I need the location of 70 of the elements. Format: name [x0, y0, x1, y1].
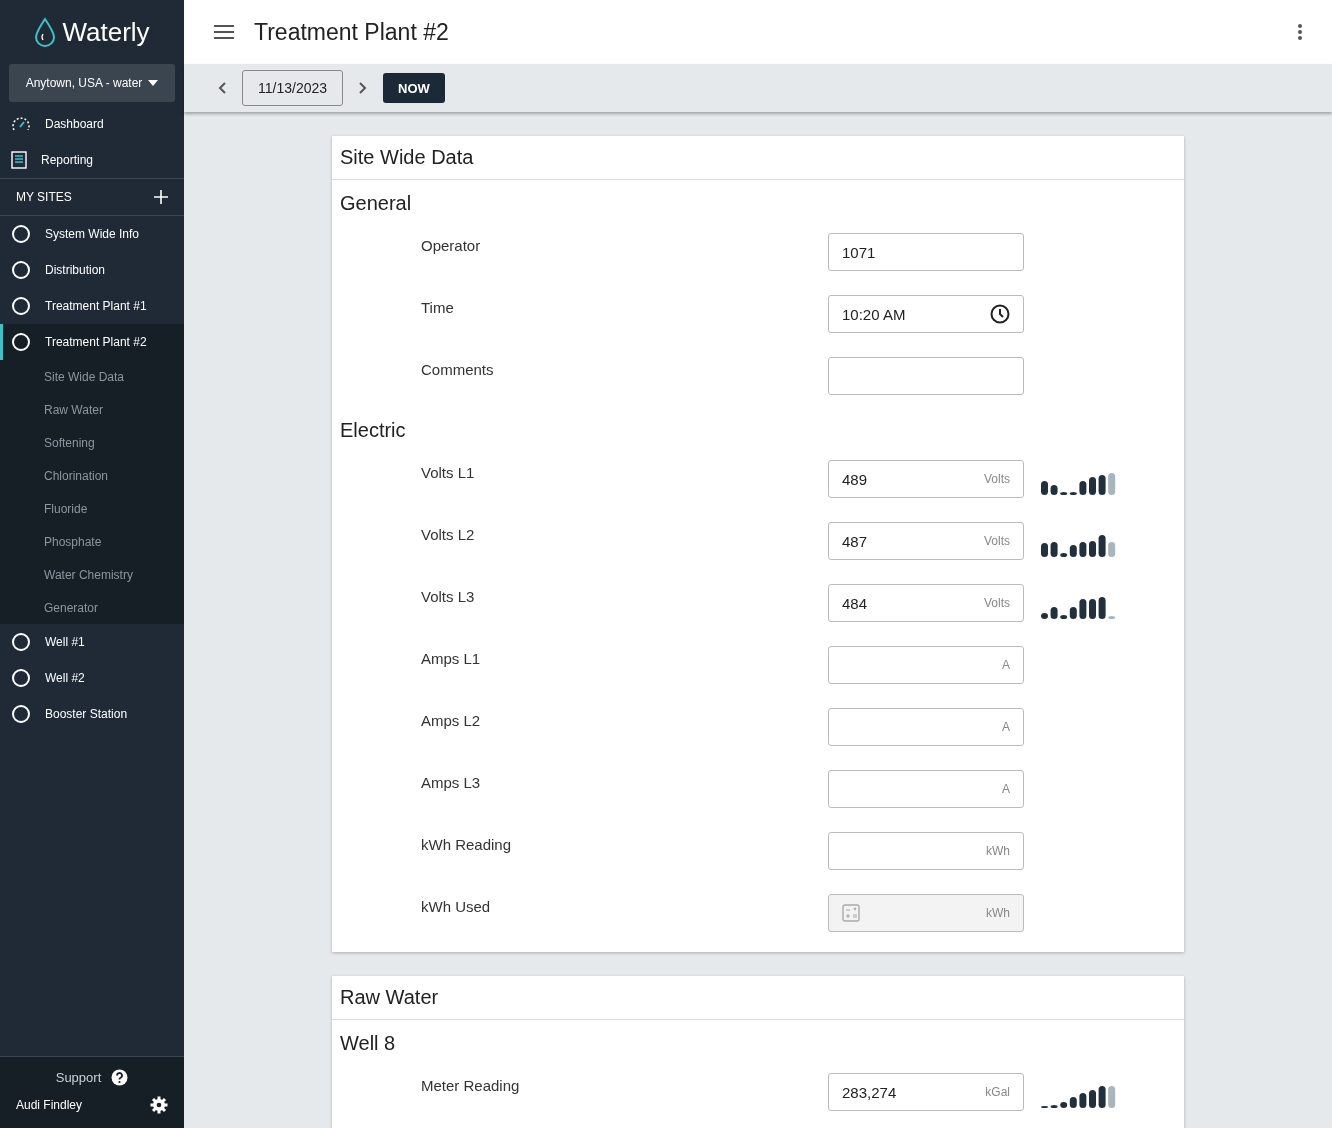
field-label: Amps L2 — [420, 711, 482, 729]
input-field[interactable]: 1071 — [828, 233, 1024, 271]
add-icon[interactable] — [154, 190, 168, 204]
support-link[interactable]: Support — [55, 1070, 102, 1085]
nav-item[interactable]: Reporting — [0, 142, 184, 178]
circle-icon — [11, 668, 31, 688]
input-field[interactable]: 484 Volts — [828, 584, 1024, 622]
site-item[interactable]: System Wide Info — [0, 216, 184, 252]
clock-icon[interactable] — [990, 304, 1010, 324]
field-label: Comments — [420, 360, 495, 378]
site-item[interactable]: Well #1 — [0, 624, 184, 660]
document-icon — [11, 151, 27, 169]
input-field[interactable]: kWh — [828, 832, 1024, 870]
field-label: kWh Used — [420, 897, 492, 915]
field-label: Amps L1 — [420, 649, 482, 667]
section-heading: MY SITES — [16, 190, 72, 204]
circle-icon — [11, 332, 31, 352]
location-dropdown[interactable]: Anytown, USA - water — [9, 64, 175, 102]
circle-icon — [11, 632, 31, 652]
brand-name: Waterly — [62, 16, 150, 48]
caret-icon — [148, 80, 159, 86]
subsite-item[interactable]: Phosphate — [0, 525, 184, 558]
field-label: Volts L1 — [420, 463, 476, 481]
site-item[interactable]: Treatment Plant #1 — [0, 288, 184, 324]
subsite-item[interactable]: Fluoride — [0, 492, 184, 525]
help-icon[interactable] — [111, 1069, 129, 1086]
section-title: Site Wide Data — [332, 136, 1184, 180]
nav-item[interactable]: Dashboard — [0, 106, 184, 142]
circle-icon — [11, 224, 31, 244]
field-label: Meter Reading — [420, 1076, 521, 1094]
field-label: kWh Reading — [420, 835, 513, 853]
calculator-icon — [842, 904, 860, 922]
date-field[interactable]: 11/13/2023 — [242, 70, 344, 106]
input-field[interactable]: 283,274 kGal — [828, 1073, 1024, 1111]
subsite-item[interactable]: Softening — [0, 426, 184, 459]
field-label: Time — [420, 298, 455, 316]
speedometer-icon — [11, 116, 31, 132]
group-title: Well 8 — [339, 1031, 397, 1056]
section-title: Raw Water — [332, 976, 1184, 1020]
input-field[interactable]: 489 Volts — [828, 460, 1024, 498]
site-item[interactable]: Booster Station — [0, 696, 184, 732]
circle-icon — [11, 296, 31, 316]
site-item[interactable]: Well #2 — [0, 660, 184, 696]
input-field[interactable]: A — [828, 708, 1024, 746]
subsite-item[interactable]: Water Chemistry — [0, 558, 184, 591]
user-name: Audi Findley — [16, 1098, 83, 1112]
input-field[interactable] — [828, 357, 1024, 395]
field-label: Volts L3 — [420, 587, 476, 605]
group-title: Electric — [339, 418, 407, 443]
group-title: General — [339, 191, 413, 216]
subsite-item[interactable]: Chlorination — [0, 459, 184, 492]
settings-icon[interactable] — [150, 1096, 168, 1114]
circle-icon — [11, 260, 31, 280]
input-field[interactable]: 10:20 AM — [828, 295, 1024, 333]
input-field: kWh — [828, 894, 1024, 932]
input-field[interactable]: 487 Volts — [828, 522, 1024, 560]
field-label: Amps L3 — [420, 773, 482, 791]
now-button[interactable]: NOW — [383, 73, 445, 103]
subsite-item[interactable]: Site Wide Data — [0, 360, 184, 393]
page-title: Treatment Plant #2 — [254, 18, 450, 46]
circle-icon — [11, 704, 31, 724]
field-label: Operator — [420, 236, 482, 254]
site-item[interactable]: Distribution — [0, 252, 184, 288]
input-field[interactable]: A — [828, 646, 1024, 684]
subsite-item[interactable]: Generator — [0, 591, 184, 624]
subsite-item[interactable]: Raw Water — [0, 393, 184, 426]
field-label: Volts L2 — [420, 525, 476, 543]
site-item[interactable]: Treatment Plant #2 — [0, 324, 184, 360]
input-field[interactable]: A — [828, 770, 1024, 808]
water-drop-icon — [34, 17, 57, 47]
